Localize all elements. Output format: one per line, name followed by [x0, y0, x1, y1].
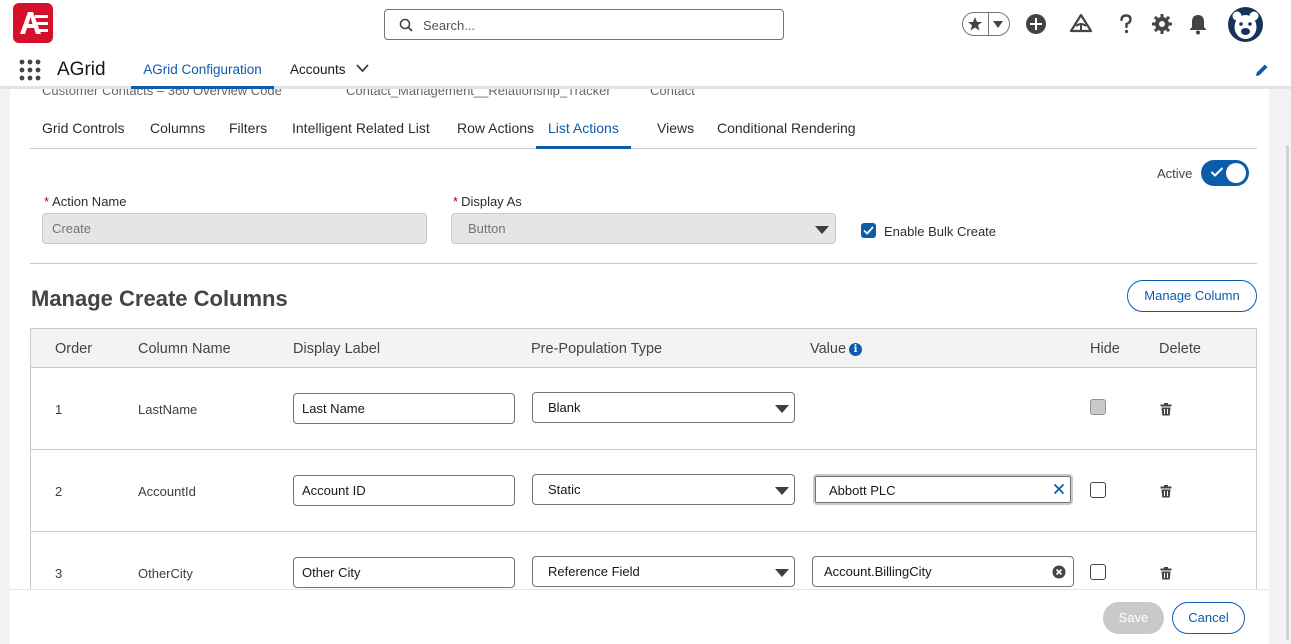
nav-tab-accounts[interactable]: Accounts	[290, 50, 346, 89]
delete-trash-icon[interactable]	[1160, 485, 1172, 498]
row-order: 2	[55, 484, 63, 499]
star-icon[interactable]	[967, 16, 983, 32]
toggle-knob	[1226, 163, 1246, 183]
app-launcher-icon[interactable]	[19, 59, 41, 81]
header-hide: Hide	[1090, 341, 1120, 357]
scrolled-grid-object: Contact	[650, 89, 695, 98]
cancel-button[interactable]: Cancel	[1172, 602, 1245, 634]
manage-column-button[interactable]: Manage Column	[1127, 280, 1257, 312]
pre-population-type-select[interactable]: Reference Field	[532, 556, 795, 587]
check-icon	[863, 226, 874, 235]
row-column-name: OtherCity	[138, 566, 193, 581]
footer-bar	[10, 589, 1269, 644]
edit-nav-pencil-icon[interactable]	[1255, 63, 1269, 77]
display-as-select: Button	[451, 213, 836, 244]
header-value: Value i	[810, 341, 863, 357]
hide-checkbox[interactable]	[1090, 482, 1106, 498]
scrolled-grid-api-name: Contact_Management__Relationship_Tracker	[346, 89, 611, 98]
value-reference-field[interactable]: Account.BillingCity	[812, 556, 1074, 587]
search-input[interactable]	[423, 16, 763, 34]
active-toggle[interactable]	[1201, 160, 1249, 186]
section-title: Manage Create Columns	[31, 286, 288, 311]
action-name-label: * Action Name	[44, 194, 127, 209]
tab-list-actions[interactable]: List Actions	[536, 120, 631, 149]
display-as-caret-icon	[815, 226, 829, 234]
header-pre-population-type: Pre-Population Type	[531, 341, 663, 357]
delete-trash-icon[interactable]	[1160, 567, 1172, 580]
config-tabset: Grid Controls Columns Filters Intelligen…	[30, 113, 1257, 149]
section-divider	[30, 263, 1257, 264]
table-header: Order Column Name Display Label Pre-Popu…	[31, 329, 1256, 368]
tab-filters[interactable]: Filters	[229, 120, 267, 136]
display-label-input[interactable]: Last Name	[293, 393, 515, 424]
user-avatar[interactable]	[1228, 7, 1263, 42]
row-column-name: AccountId	[138, 484, 196, 499]
display-label-input[interactable]: Account ID	[293, 475, 515, 506]
global-header	[0, 0, 1291, 50]
tab-grid-controls[interactable]: Grid Controls	[42, 120, 124, 136]
favorites-divider	[988, 13, 989, 35]
display-label-input[interactable]: Other City	[293, 557, 515, 588]
display-as-label: * Display As	[453, 194, 522, 209]
table-row: 2 AccountId Account ID Static Abbott PLC	[31, 450, 1256, 532]
help-icon[interactable]	[1114, 12, 1138, 36]
favorites-button-group[interactable]	[962, 12, 1010, 36]
row-column-name: LastName	[138, 402, 198, 417]
select-caret-icon	[775, 569, 789, 577]
nav-tab-agrid-configuration[interactable]: AGrid Configuration	[131, 50, 274, 89]
value-lookup-field[interactable]: Abbott PLC	[813, 474, 1073, 505]
row-order: 1	[55, 402, 63, 417]
tab-intelligent-related-list[interactable]: Intelligent Related List	[292, 120, 430, 136]
pre-population-type-select[interactable]: Static	[532, 474, 795, 505]
global-search[interactable]	[384, 9, 784, 40]
select-caret-icon	[775, 487, 789, 495]
notifications-bell-icon[interactable]	[1186, 12, 1210, 36]
enable-bulk-create-checkbox[interactable]	[861, 223, 876, 238]
check-icon	[1210, 167, 1224, 177]
table-row: 1 LastName Last Name Blank	[31, 368, 1256, 450]
active-toggle-label: Active	[1157, 166, 1193, 181]
app-name: AGrid	[57, 59, 106, 80]
app-navigation-bar: AGrid AGrid Configuration Accounts	[0, 50, 1291, 89]
info-icon[interactable]: i	[849, 342, 863, 356]
value-reference-text: Account.BillingCity	[824, 564, 932, 579]
enable-bulk-create-label: Enable Bulk Create	[884, 224, 997, 239]
search-icon	[399, 18, 413, 32]
delete-trash-icon[interactable]	[1160, 403, 1172, 416]
pre-population-type-select[interactable]: Blank	[532, 392, 795, 423]
select-caret-icon	[775, 405, 789, 413]
header-column-name: Column Name	[138, 341, 231, 357]
scrolled-grid-name: Customer Contacts – 360 Overview Code	[42, 89, 282, 98]
tab-conditional-rendering[interactable]: Conditional Rendering	[717, 120, 856, 136]
trailhead-icon[interactable]	[1069, 12, 1093, 36]
row-order: 3	[55, 566, 63, 581]
header-display-label: Display Label	[293, 341, 381, 357]
hide-checkbox[interactable]	[1090, 564, 1106, 580]
clear-circle-x-icon[interactable]	[1052, 565, 1066, 579]
agrid-logo[interactable]	[13, 3, 53, 43]
chevron-down-icon[interactable]	[356, 64, 369, 73]
clear-x-icon[interactable]	[1053, 483, 1065, 495]
list-actions-panel: Customer Contacts – 360 Overview Code Co…	[10, 89, 1269, 644]
header-order: Order	[55, 341, 93, 357]
add-icon[interactable]	[1024, 12, 1048, 36]
value-lookup-text: Abbott PLC	[829, 483, 896, 498]
chevron-down-icon[interactable]	[993, 21, 1003, 28]
action-name-input: Create	[42, 213, 427, 244]
gear-icon[interactable]	[1150, 12, 1174, 36]
header-delete: Delete	[1159, 341, 1201, 357]
save-button[interactable]: Save	[1103, 602, 1164, 634]
hide-checkbox	[1090, 399, 1106, 415]
tab-row-actions[interactable]: Row Actions	[457, 120, 534, 136]
tab-views[interactable]: Views	[657, 120, 694, 136]
tab-columns[interactable]: Columns	[150, 120, 205, 136]
page-scrollbar[interactable]	[1286, 145, 1289, 640]
